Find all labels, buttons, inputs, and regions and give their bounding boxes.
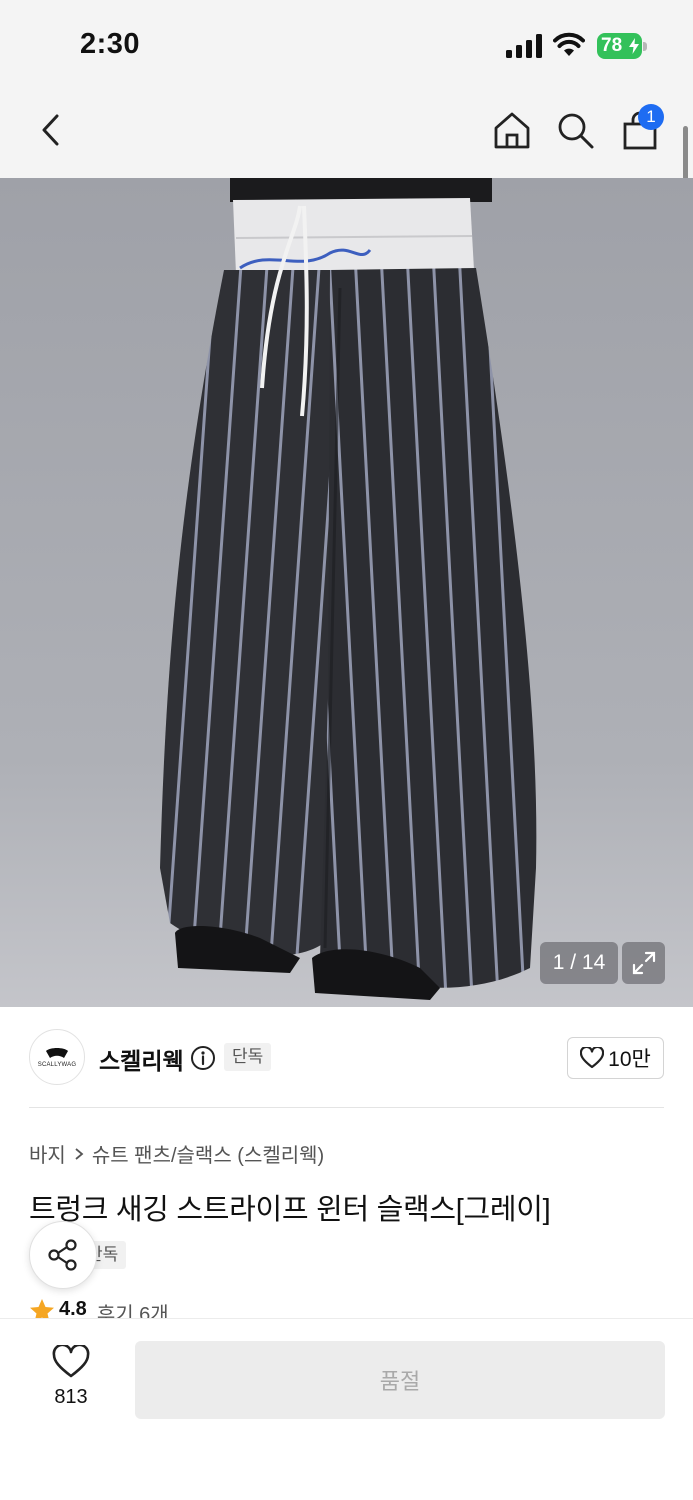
brand-like-button[interactable]: 10만 <box>567 1037 664 1079</box>
product-title: 트렁크 새깅 스트라이프 윈터 슬랙스[그레이] <box>29 1194 551 1226</box>
battery-level: 78 <box>601 35 623 56</box>
rating-row[interactable]: 4.8 후기 6개 <box>29 1298 169 1318</box>
battery-cap <box>643 42 647 51</box>
image-counter: 1 / 14 <box>540 942 618 984</box>
chevron-left-icon <box>42 114 59 146</box>
expand-image-button[interactable] <box>622 942 665 984</box>
battery-body: 78 <box>597 33 642 59</box>
charging-bolt-icon <box>629 38 639 54</box>
divider <box>29 1107 664 1108</box>
back-button[interactable] <box>26 106 74 154</box>
exclusive-badge: 단독 <box>224 1043 272 1071</box>
breadcrumb-subcategory[interactable]: 슈트 팬츠/슬랙스 (스켈리웩) <box>92 1139 324 1168</box>
home-icon <box>494 112 530 149</box>
product-image-gallery[interactable] <box>0 178 693 1007</box>
heart-icon <box>580 1047 605 1069</box>
search-icon <box>558 113 594 149</box>
sold-out-button[interactable]: 품절 <box>135 1341 665 1419</box>
rating-score: 4.8 <box>59 1298 87 1318</box>
wifi-icon <box>553 32 585 56</box>
wishlist-count: 813 <box>54 1386 88 1408</box>
breadcrumb-category[interactable]: 바지 <box>29 1139 66 1168</box>
product-detail-screen: 2:30 78 1 1 / 14 SCALLYWAG 스켈리웩 단독 10만 바… <box>0 0 693 1500</box>
chevron-right-icon <box>75 1147 84 1160</box>
info-icon[interactable] <box>190 1045 216 1071</box>
share-button[interactable] <box>29 1221 97 1289</box>
top-nav-bar: 1 <box>0 88 693 178</box>
battery-indicator: 78 <box>597 33 647 59</box>
home-button[interactable] <box>488 106 536 154</box>
wishlist-button[interactable]: 813 <box>38 1343 104 1409</box>
status-bar: 2:30 78 <box>0 0 693 88</box>
heart-icon <box>52 1343 90 1378</box>
cart-count-badge: 1 <box>638 104 664 130</box>
cellular-signal-icon <box>506 34 542 58</box>
brand-name[interactable]: 스켈리웩 <box>99 1042 184 1076</box>
review-count: 후기 6개 <box>96 1304 169 1318</box>
bottom-action-bar: 813 품절 <box>0 1318 693 1500</box>
search-button[interactable] <box>551 106 599 154</box>
expand-icon <box>632 951 655 975</box>
brand-logo[interactable]: SCALLYWAG <box>29 1029 85 1085</box>
product-image <box>0 178 693 1007</box>
brand-like-count: 10만 <box>608 1048 651 1071</box>
breadcrumb: 바지 슈트 팬츠/슬랙스 (스켈리웩) <box>29 1139 324 1168</box>
brand-logo-mark <box>46 1048 68 1058</box>
brand-logo-text: SCALLYWAG <box>37 1062 77 1068</box>
star-icon <box>30 1299 54 1318</box>
share-icon <box>48 1239 77 1271</box>
status-time: 2:30 <box>80 28 141 60</box>
